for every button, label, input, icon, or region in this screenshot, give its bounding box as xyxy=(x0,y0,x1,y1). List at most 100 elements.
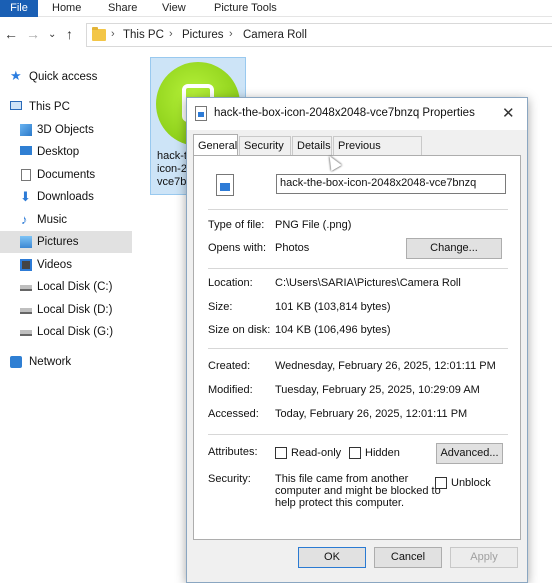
filename-field[interactable]: hack-the-box-icon-2048x2048-vce7bnzq xyxy=(276,174,506,194)
sidebar-item-3d-objects[interactable]: 3D Objects xyxy=(0,119,132,141)
tab-details[interactable]: Details xyxy=(292,136,332,155)
image-file-icon xyxy=(216,174,234,196)
divider xyxy=(208,348,508,349)
divider xyxy=(208,268,508,269)
address-bar-area: ← → ⌄ ↑ › This PC › Pictures › Camera Ro… xyxy=(0,20,552,50)
security-text: This file came from another computer and… xyxy=(275,473,441,509)
ribbon-tab-view[interactable]: View xyxy=(162,0,186,17)
accessed-value: Today, February 26, 2025, 12:01:11 PM xyxy=(275,408,468,420)
desktop-icon xyxy=(20,146,32,155)
security-label: Security: xyxy=(208,473,251,485)
recent-dropdown-icon[interactable]: ⌄ xyxy=(48,29,56,40)
music-icon: ♪ xyxy=(21,212,28,227)
breadcrumb-separator-icon[interactable]: › xyxy=(169,28,173,40)
ribbon-tab-picture-tools[interactable]: Picture Tools xyxy=(214,0,277,17)
tab-security[interactable]: Security xyxy=(239,136,291,155)
pictures-icon xyxy=(20,236,32,248)
dialog-titlebar[interactable]: hack-the-box-icon-2048x2048-vce7bnzq Pro… xyxy=(187,98,527,130)
readonly-label[interactable]: Read-only xyxy=(291,447,341,459)
drive-icon xyxy=(20,285,32,291)
accessed-label: Accessed: xyxy=(208,408,259,420)
up-arrow-icon[interactable]: ↑ xyxy=(66,26,73,42)
breadcrumb-pictures[interactable]: Pictures xyxy=(182,29,224,41)
sidebar-item-label: Network xyxy=(29,356,72,368)
sidebar-item-videos[interactable]: Videos xyxy=(0,254,132,276)
breadcrumb-this-pc[interactable]: This PC xyxy=(123,29,164,41)
sidebar-item-label: Local Disk (C:) xyxy=(37,281,113,293)
created-label: Created: xyxy=(208,360,251,372)
general-tab-panel: hack-the-box-icon-2048x2048-vce7bnzq Typ… xyxy=(193,155,521,540)
divider xyxy=(208,434,508,435)
ribbon-tab-home[interactable]: Home xyxy=(52,0,81,17)
size-on-disk-value: 104 KB (106,496 bytes) xyxy=(275,324,391,336)
sidebar-item-local-disk-c[interactable]: Local Disk (C:) xyxy=(0,276,132,298)
sidebar-item-label: Pictures xyxy=(37,236,79,248)
dialog-title: hack-the-box-icon-2048x2048-vce7bnzq Pro… xyxy=(214,107,475,119)
sidebar-item-local-disk-d[interactable]: Local Disk (D:) xyxy=(0,299,132,321)
change-button[interactable]: Change... xyxy=(406,238,502,259)
unblock-checkbox[interactable] xyxy=(435,477,447,489)
breadcrumb-separator-icon[interactable]: › xyxy=(229,28,233,40)
ok-button[interactable]: OK xyxy=(298,547,366,568)
sidebar-item-quick-access[interactable]: ★ Quick access xyxy=(0,66,132,88)
location-label: Location: xyxy=(208,277,253,289)
forward-arrow-icon[interactable]: → xyxy=(26,26,40,42)
videos-icon xyxy=(20,259,32,271)
hidden-checkbox[interactable] xyxy=(349,447,361,459)
size-on-disk-label: Size on disk: xyxy=(208,324,271,336)
drive-icon xyxy=(20,330,32,336)
sidebar-item-documents[interactable]: Documents xyxy=(0,164,132,186)
network-icon xyxy=(10,356,22,368)
sidebar-item-label: Desktop xyxy=(37,146,80,158)
location-value: C:\Users\SARIA\Pictures\Camera Roll xyxy=(275,277,461,289)
address-path[interactable]: › This PC › Pictures › Camera Roll xyxy=(86,23,552,47)
attributes-label: Attributes: xyxy=(208,446,258,458)
security-text-line: computer and might be blocked to xyxy=(275,485,441,497)
back-arrow-icon[interactable]: ← xyxy=(4,26,18,42)
modified-value: Tuesday, February 25, 2025, 10:29:09 AM xyxy=(275,384,480,396)
sidebar-item-label: Music xyxy=(37,214,68,226)
ribbon-tab-share[interactable]: Share xyxy=(108,0,137,17)
tab-previous-versions[interactable]: Previous Versions xyxy=(333,136,422,170)
navigation-pane: ★ Quick access This PC 3D Objects Deskto… xyxy=(0,60,132,380)
computer-icon xyxy=(10,101,22,110)
opens-with-label: Opens with: xyxy=(208,242,267,254)
properties-dialog: hack-the-box-icon-2048x2048-vce7bnzq Pro… xyxy=(186,97,528,583)
sidebar-item-pictures[interactable]: Pictures xyxy=(0,231,132,253)
hidden-label[interactable]: Hidden xyxy=(365,447,400,459)
tab-general[interactable]: General xyxy=(193,134,238,156)
opens-with-value: Photos xyxy=(275,242,310,254)
type-value: PNG File (.png) xyxy=(275,219,352,231)
breadcrumb-separator-icon[interactable]: › xyxy=(111,28,115,40)
star-icon: ★ xyxy=(10,68,22,83)
readonly-checkbox[interactable] xyxy=(275,447,287,459)
sidebar-item-music[interactable]: ♪ Music xyxy=(0,209,132,231)
apply-button[interactable]: Apply xyxy=(450,547,518,568)
security-text-line: help protect this computer. xyxy=(275,497,405,509)
security-text-line: This file came from another xyxy=(275,473,409,485)
created-value: Wednesday, February 26, 2025, 12:01:11 P… xyxy=(275,360,496,372)
breadcrumb-camera-roll[interactable]: Camera Roll xyxy=(243,29,307,41)
sidebar-item-label: Videos xyxy=(37,259,72,271)
download-icon: ⬇ xyxy=(20,189,31,204)
ribbon-tab-file[interactable]: File xyxy=(0,0,38,17)
sidebar-item-desktop[interactable]: Desktop xyxy=(0,141,132,163)
sidebar-item-local-disk-g[interactable]: Local Disk (G:) xyxy=(0,321,132,343)
3d-objects-icon xyxy=(20,124,32,136)
image-file-icon xyxy=(195,106,207,121)
size-label: Size: xyxy=(208,301,233,313)
sidebar-item-label: Downloads xyxy=(37,191,94,203)
advanced-button[interactable]: Advanced... xyxy=(436,443,503,464)
sidebar-item-network[interactable]: Network xyxy=(0,351,132,373)
sidebar-item-downloads[interactable]: ⬇ Downloads xyxy=(0,186,132,208)
documents-icon xyxy=(21,169,31,181)
sidebar-item-label: Documents xyxy=(37,169,96,181)
ribbon: File Home Share View Picture Tools xyxy=(0,0,552,17)
unblock-label[interactable]: Unblock xyxy=(451,477,491,489)
cancel-button[interactable]: Cancel xyxy=(374,547,442,568)
close-icon[interactable]: ✕ xyxy=(502,104,515,122)
sidebar-item-label: 3D Objects xyxy=(37,124,94,136)
sidebar-item-label: Local Disk (G:) xyxy=(37,326,114,338)
sidebar-item-this-pc[interactable]: This PC xyxy=(0,96,132,118)
size-value: 101 KB (103,814 bytes) xyxy=(275,301,391,313)
